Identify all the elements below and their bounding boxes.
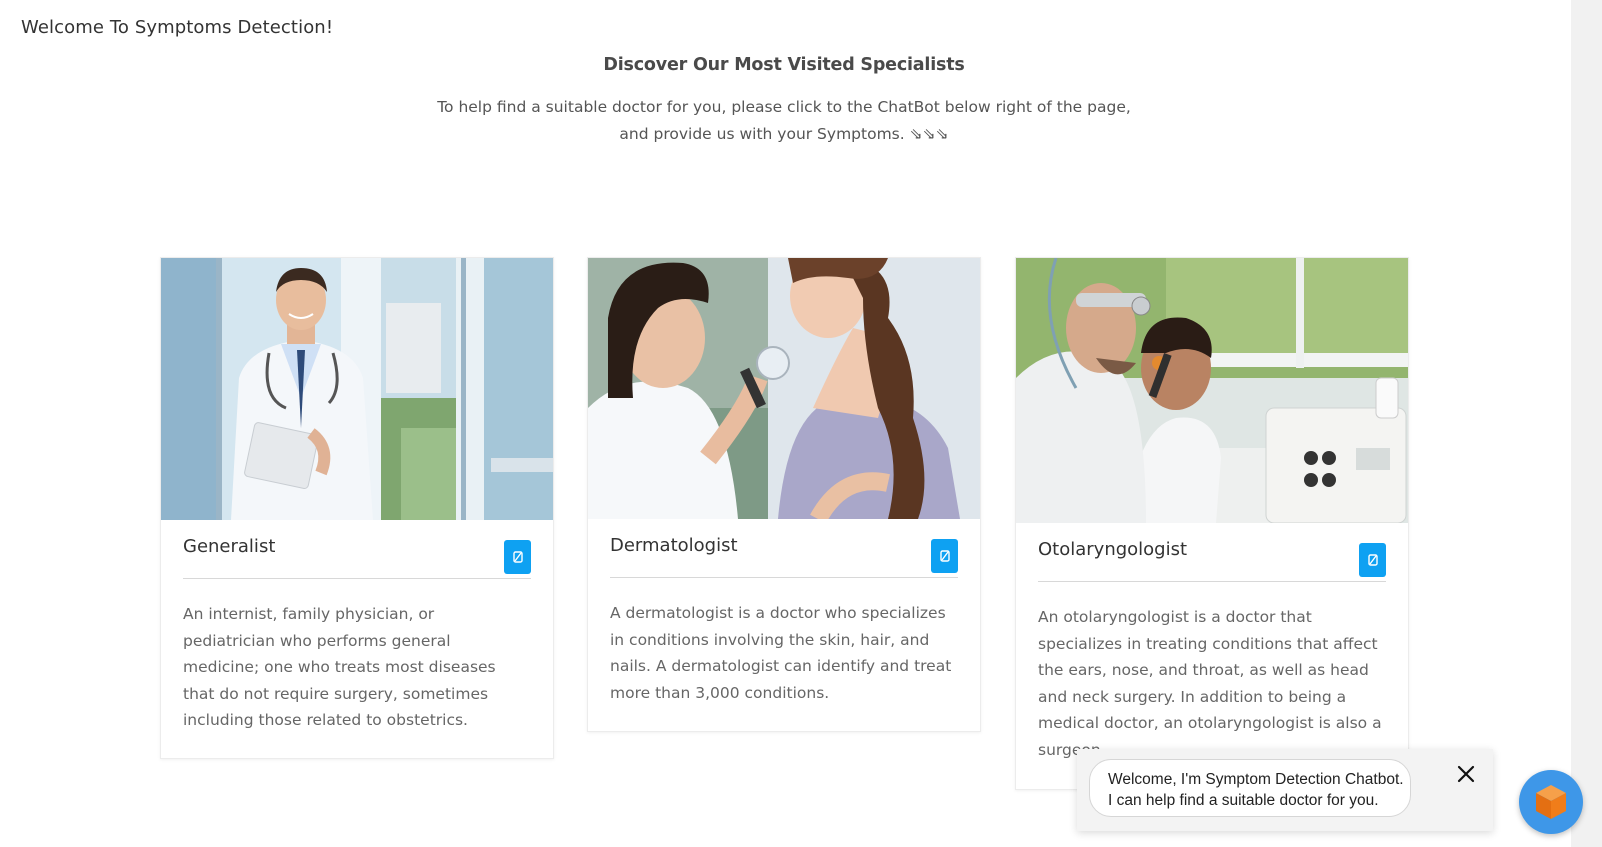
doctor-portrait-photo xyxy=(161,258,553,520)
card-title: Dermatologist xyxy=(610,535,738,556)
chatbot-message-line-2: I can help find a suitable doctor for yo… xyxy=(1108,792,1379,809)
chatbot-message-line-1: Welcome, I'm Symptom Detection Chatbot. xyxy=(1108,771,1404,788)
link-icon xyxy=(512,551,523,563)
card-description: A dermatologist is a doctor who speciali… xyxy=(610,604,952,702)
specialist-card-dermatologist: Dermatologist A dermatologist is a docto… xyxy=(587,257,981,732)
intro-line-2: and provide us with your Symptoms. ⇘⇘⇘ xyxy=(619,125,949,143)
cube-icon xyxy=(1536,785,1566,819)
card-title: Otolaryngologist xyxy=(1038,539,1188,560)
open-specialist-button[interactable] xyxy=(931,539,958,573)
intro-text: To help find a suitable doctor for you, … xyxy=(384,94,1184,148)
card-description: An otolaryngologist is a doctor that spe… xyxy=(1038,608,1382,759)
card-header: Otolaryngologist xyxy=(1038,523,1386,582)
link-icon xyxy=(939,550,950,562)
intro-line-1: To help find a suitable doctor for you, … xyxy=(437,98,1131,116)
card-title: Generalist xyxy=(183,536,276,557)
card-header: Generalist xyxy=(183,520,531,579)
section-headline: Discover Our Most Visited Specialists xyxy=(603,55,965,75)
dermatologist-examining-patient-photo xyxy=(588,258,980,519)
open-specialist-button[interactable] xyxy=(504,540,531,574)
chatbot-welcome-popup: Welcome, I'm Symptom Detection Chatbot. … xyxy=(1077,749,1493,831)
chatbot-message-bubble[interactable]: Welcome, I'm Symptom Detection Chatbot. … xyxy=(1089,759,1411,817)
card-description: An internist, family physician, or pedia… xyxy=(183,605,496,729)
ent-doctor-examining-child-ear-photo xyxy=(1016,258,1408,523)
close-icon[interactable] xyxy=(1455,763,1477,785)
card-header: Dermatologist xyxy=(610,519,958,578)
open-specialist-button[interactable] xyxy=(1359,543,1386,577)
page-scrollbar[interactable] xyxy=(1571,0,1602,847)
link-icon xyxy=(1367,554,1378,566)
specialist-card-generalist: Generalist An internist, family physicia… xyxy=(160,257,554,759)
specialist-card-otolaryngologist: Otolaryngologist An otolaryngologist is … xyxy=(1015,257,1409,790)
welcome-text: Welcome To Symptoms Detection! xyxy=(21,17,334,38)
chatbot-launcher-button[interactable] xyxy=(1519,770,1583,834)
